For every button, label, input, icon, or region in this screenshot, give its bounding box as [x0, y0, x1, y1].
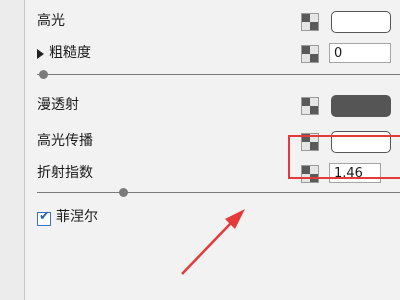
- specular-transmission-label: 高光传播: [37, 133, 93, 149]
- roughness-slider[interactable]: [37, 74, 400, 75]
- ior-slider-thumb[interactable]: [119, 188, 128, 197]
- roughness-slider-thumb[interactable]: [39, 70, 48, 79]
- fresnel-label: 菲涅尔: [56, 209, 98, 225]
- ior-label: 折射指数: [37, 165, 93, 181]
- roughness-value-input[interactable]: 0: [329, 43, 391, 63]
- specular-row: 高光: [25, 8, 400, 34]
- roughness-row: 粗糙度 0: [25, 40, 400, 66]
- fresnel-checkbox[interactable]: ✔: [37, 209, 51, 226]
- diffuse-transmission-label: 漫透射: [37, 97, 79, 113]
- diffuse-transmission-color-swatch[interactable]: [331, 95, 391, 117]
- red-highlight-box: [288, 135, 400, 179]
- specular-label: 高光: [37, 13, 65, 29]
- check-icon: ✔: [39, 209, 50, 224]
- specular-map-button[interactable]: [301, 13, 319, 31]
- left-panel-strip: [0, 0, 24, 300]
- diffuse-transmission-row: 漫透射: [25, 92, 400, 118]
- roughness-label: 粗糙度: [49, 45, 91, 61]
- roughness-map-button[interactable]: [301, 45, 319, 63]
- diffuse-transmission-map-button[interactable]: [301, 97, 319, 115]
- material-properties-panel: 高光 粗糙度 0 漫透射 高光传播 折射指数 1.46 ✔ 菲涅尔: [24, 0, 400, 300]
- specular-color-swatch[interactable]: [331, 11, 391, 33]
- ior-slider[interactable]: [37, 192, 400, 193]
- triangle-right-icon[interactable]: [37, 49, 44, 59]
